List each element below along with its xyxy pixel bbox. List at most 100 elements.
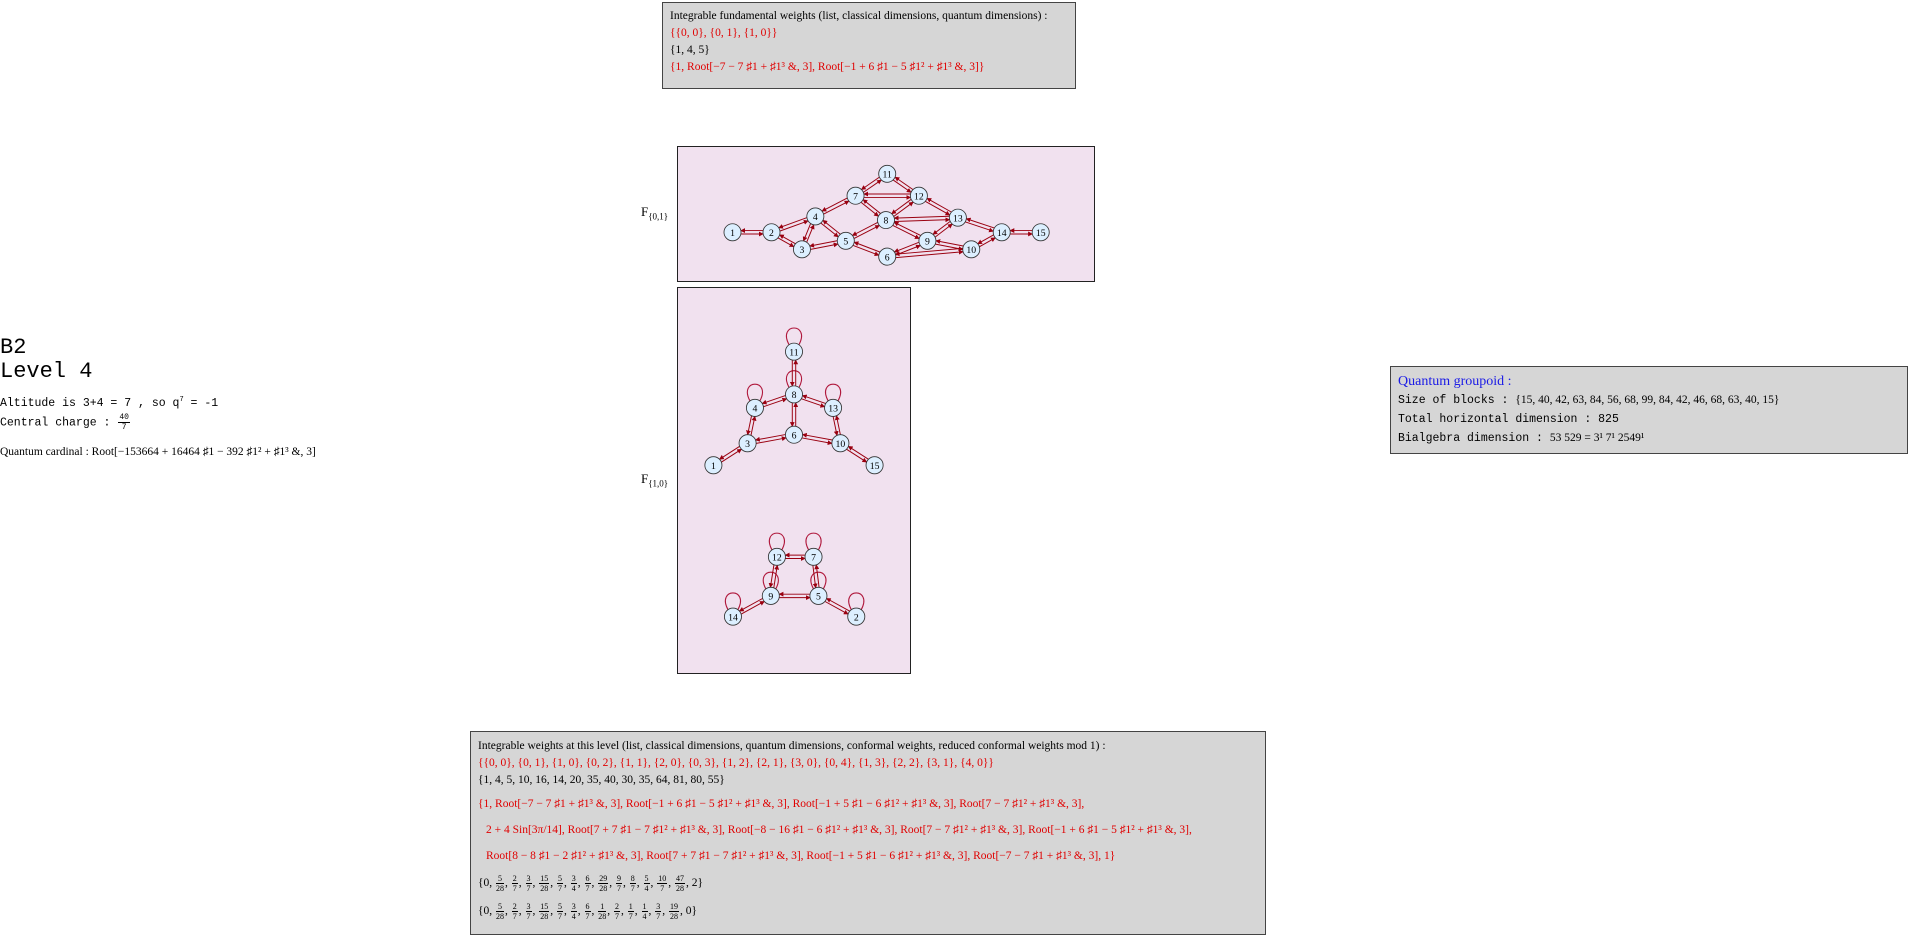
graph-node-label: 4	[813, 212, 818, 223]
fundamental-weights-box: Integrable fundamental weights (list, cl…	[662, 2, 1076, 89]
conformal-weight-fraction: 67	[584, 873, 591, 893]
fundamental-classical-dims: {1, 4, 5}	[670, 44, 710, 56]
graph-edge	[801, 394, 826, 404]
loop-edge	[725, 592, 741, 611]
conformal-weight-fraction: 27	[511, 873, 518, 893]
graph-node-label: 6	[885, 252, 890, 263]
graph-edge	[891, 199, 912, 215]
graph-node-label: 1	[730, 228, 735, 239]
quantum-dims-line1: {1, Root[−7 − 7 ♯1 + ♯1³ &, 3], Root[−1 …	[478, 798, 1085, 810]
graph-node-label: 3	[745, 439, 750, 450]
graph-edge	[806, 224, 815, 243]
reduced-weight-fraction: 5 28	[496, 901, 505, 921]
central-charge-fraction: 40 7	[118, 412, 130, 432]
loop-edge	[786, 370, 802, 388]
graph-edge	[750, 415, 757, 436]
graph-edge	[763, 397, 788, 408]
reduced-weight-fraction: 1 28	[598, 901, 607, 921]
conformal-weight-fraction: 29 28	[598, 873, 609, 893]
loop-edge	[746, 383, 763, 402]
graph-edge	[777, 237, 795, 248]
reduced-weight-value: 0	[483, 905, 490, 917]
integrable-weights-box: Integrable weights at this level (list, …	[470, 731, 1266, 935]
graph-edge	[801, 398, 826, 408]
graph-edge	[895, 249, 964, 259]
conformal-weight-fraction: 5 28	[496, 873, 505, 893]
conformal-weight-fraction: 47 28	[675, 873, 686, 893]
graph-edge	[812, 565, 818, 589]
quantum-dims-line2: 2 + 4 Sin[3π/14], Root[7 + 7 ♯1 − 7 ♯1² …	[486, 824, 1192, 836]
graph-node-label: 2	[854, 612, 859, 623]
graph-node-label: 13	[953, 213, 963, 224]
conformal-weight-fraction: 87	[629, 873, 636, 893]
graph-edge	[746, 415, 752, 436]
graph-node-label: 15	[870, 461, 880, 472]
graph-edge	[893, 221, 921, 236]
graph-node-label: 7	[811, 552, 816, 563]
left-panel: B2 Level 4 Altitude is 3+4 = 7 , so q7 =…	[0, 336, 316, 458]
conformal-weight-fraction: 54	[643, 873, 650, 893]
graph-edge	[761, 395, 786, 405]
altitude-line: Altitude is 3+4 = 7 , so q7 = -1	[0, 396, 219, 410]
graph-node-label: 14	[997, 228, 1007, 239]
conformal-weight-value: 0	[483, 877, 490, 889]
horizontal-dimension-line: Total horizontal dimension : 825	[1398, 413, 1619, 426]
graph1-label: F{0,1}	[641, 204, 669, 222]
graph-node-label: 9	[768, 592, 773, 603]
quantum-cardinal: Quantum cardinal : Root[−153664 + 16464 …	[0, 445, 316, 458]
graph-node-label: 7	[853, 191, 858, 202]
conformal-weight-fraction: 97	[616, 873, 623, 893]
loop-edge	[825, 383, 842, 402]
bialgebra-dimension-value: 53 529 = 3¹ 7¹ 2549¹	[1549, 432, 1645, 444]
graph2-label: F{1,0}	[641, 471, 669, 489]
reduced-weight-fraction: 15 28	[539, 901, 550, 921]
reduced-weight-fraction: 67	[584, 901, 591, 921]
fundamental-quantum-dims: {1, Root[−7 − 7 ♯1 + ♯1³ &, 3], Root[−1 …	[670, 61, 985, 73]
graph1-frame: 1 2 3 4 5 7 8 6 11 12 9 13 10 14 15	[677, 146, 1095, 282]
fundamental-weights-heading: Integrable fundamental weights (list, cl…	[670, 10, 1048, 22]
block-sizes-line: Size of blocks : {15, 40, 42, 63, 84, 56…	[1398, 394, 1780, 407]
reduced-weight-fraction: 34	[570, 901, 577, 921]
conformal-weight-fraction: 15 28	[539, 873, 550, 893]
reduced-weight-fraction: 17	[627, 901, 634, 921]
graph-edge	[925, 200, 951, 216]
quantum-dims-line3: Root[8 − 8 ♯1 − 2 ♯1² + ♯1³ &, 3], Root[…	[486, 850, 1116, 862]
graph-node-label: 1	[711, 461, 716, 472]
quantum-groupoid-box: Quantum groupoid : Size of blocks : {15,…	[1390, 366, 1908, 454]
graph-edge	[894, 217, 951, 223]
integrable-weights-heading: Integrable weights at this level (list, …	[478, 740, 1106, 752]
loop-edge	[768, 532, 785, 551]
graph-edge	[834, 415, 841, 435]
level-title: Level 4	[0, 359, 93, 384]
conformal-weight-fraction: 34	[570, 873, 577, 893]
graph-edge	[977, 234, 994, 245]
conformal-weight-fraction: 37	[525, 873, 532, 893]
block-sizes-value: {15, 40, 42, 63, 84, 56, 68, 99, 84, 42,…	[1515, 394, 1780, 406]
graph-edge	[892, 224, 920, 239]
loop-edge	[848, 592, 865, 611]
reduced-conformal-weights: {0, 5 28, 27, 37, 15 28, 57, 34, 67, 1 28, …	[478, 901, 698, 921]
reduced-weight-fraction: 27	[511, 901, 518, 921]
graph-edge	[814, 564, 820, 588]
graph-node-label: 8	[884, 216, 889, 227]
conformal-weight-fraction: 10 7	[657, 873, 668, 893]
conformal-weight-value: 2	[691, 877, 698, 889]
graph-node-label: 13	[828, 404, 838, 415]
graph-node-label: 5	[843, 236, 848, 247]
fusion-graph-01: 1 234578611129131014 15	[723, 164, 1050, 266]
fundamental-weights-list: {{0, 0}, {0, 1}, {1, 0}}	[670, 27, 778, 39]
graph-node-label: 15	[1036, 228, 1046, 239]
graph-node-label: 4	[752, 404, 757, 415]
graph-node-label: 2	[769, 228, 774, 239]
graph-edge	[802, 223, 811, 242]
integrable-weights-list: {{0, 0}, {0, 1}, {1, 0}, {0, 2}, {1, 1},…	[478, 757, 994, 769]
bialgebra-dimension-line: Bialgebra dimension : 53 529 = 3¹ 7¹ 254…	[1398, 432, 1645, 445]
graph-node-label: 5	[816, 592, 821, 603]
graph-node-label: 11	[883, 169, 893, 180]
graph-edge	[832, 416, 839, 437]
graph-node-label: 10	[836, 439, 846, 450]
graph-node-label: 11	[789, 347, 799, 358]
graph-edge	[893, 215, 950, 221]
reduced-weight-fraction: 27	[614, 901, 621, 921]
graph-node-label: 8	[792, 390, 797, 401]
